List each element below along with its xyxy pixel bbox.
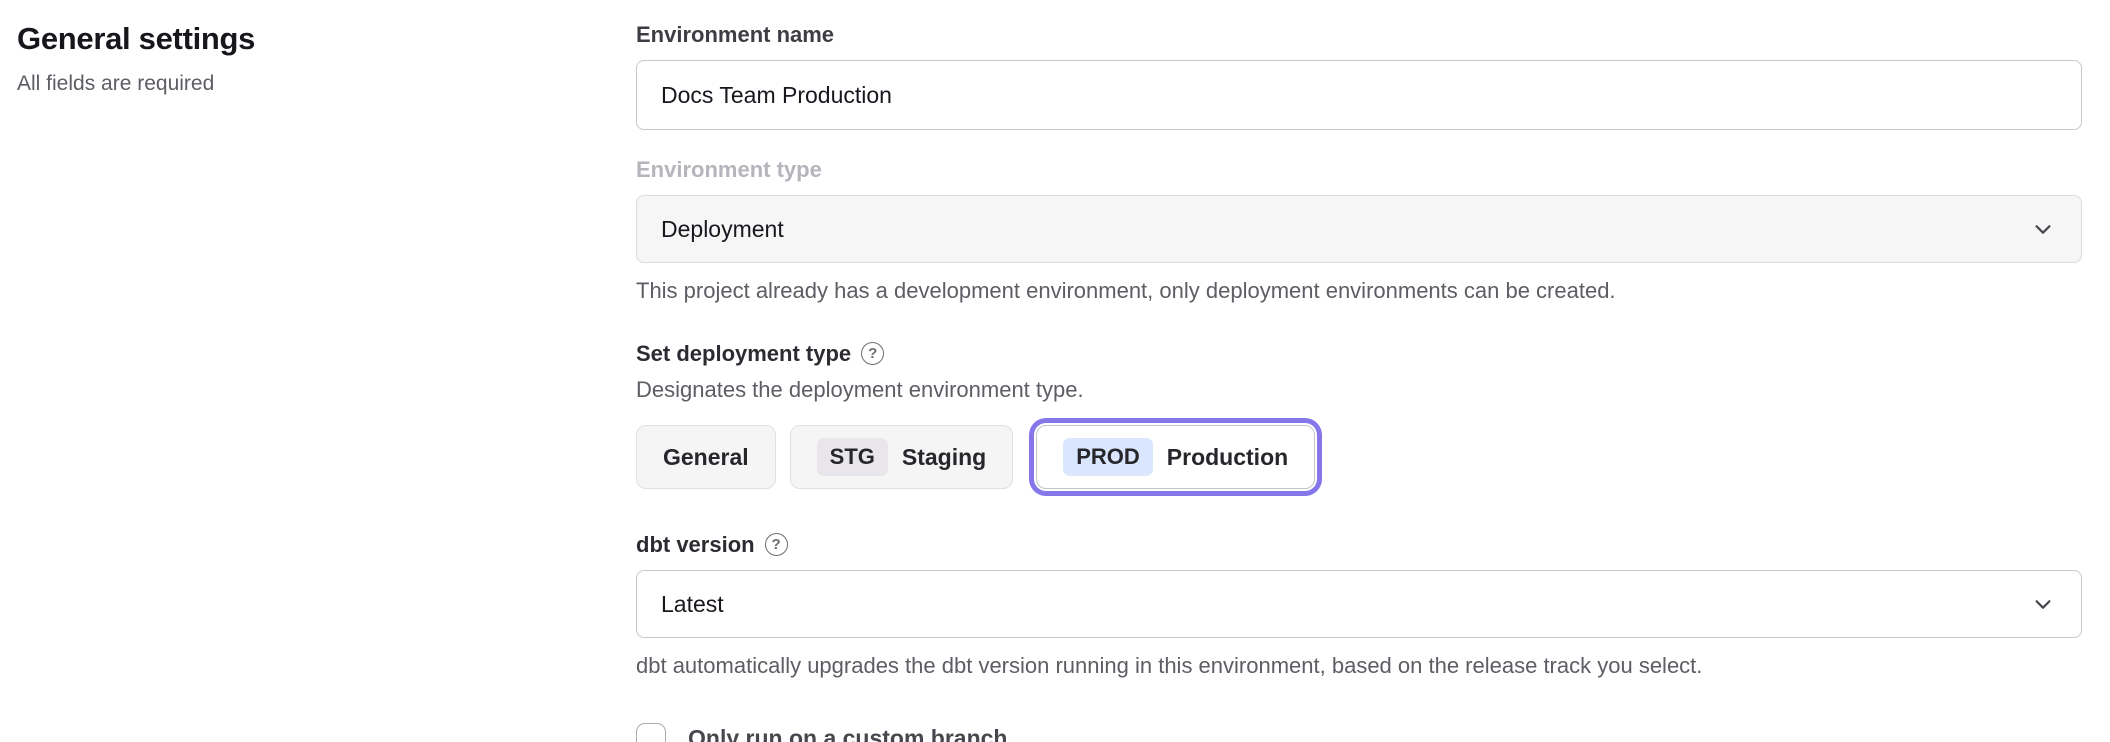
- deployment-type-options: General STG Staging PROD Production: [636, 425, 2082, 489]
- dbt-version-label: dbt version: [636, 531, 755, 558]
- deployment-type-label-row: Set deployment type ?: [636, 340, 2082, 367]
- environment-name-label: Environment name: [636, 22, 2082, 48]
- environment-type-value: Deployment: [661, 216, 784, 243]
- custom-branch-label[interactable]: Only run on a custom branch: [688, 725, 1007, 742]
- general-settings-page: General settings All fields are required…: [0, 0, 2110, 742]
- deployment-type-option-staging[interactable]: STG Staging: [790, 425, 1014, 489]
- environment-type-label: Environment type: [636, 157, 2082, 183]
- settings-form: Environment name Environment type Deploy…: [636, 22, 2082, 742]
- deployment-type-option-general[interactable]: General: [636, 425, 776, 489]
- option-label: Staging: [902, 444, 986, 471]
- help-icon[interactable]: ?: [861, 342, 884, 365]
- chevron-down-icon: [2031, 217, 2055, 241]
- page-title: General settings: [17, 20, 577, 58]
- settings-intro: General settings All fields are required: [17, 20, 577, 97]
- page-subtitle: All fields are required: [17, 71, 577, 97]
- custom-branch-row: Only run on a custom branch: [636, 723, 2082, 742]
- deployment-type-label: Set deployment type: [636, 340, 851, 367]
- deployment-type-option-production[interactable]: PROD Production: [1036, 425, 1315, 489]
- chevron-down-icon: [2031, 592, 2055, 616]
- dbt-version-value: Latest: [661, 591, 724, 618]
- custom-branch-checkbox[interactable]: [636, 723, 666, 742]
- environment-name-input[interactable]: [636, 60, 2082, 130]
- dbt-version-label-row: dbt version ?: [636, 531, 2082, 558]
- help-icon[interactable]: ?: [765, 533, 788, 556]
- prod-badge: PROD: [1063, 438, 1153, 476]
- dbt-version-helper: dbt automatically upgrades the dbt versi…: [636, 652, 2082, 679]
- dbt-version-select[interactable]: Latest: [636, 570, 2082, 638]
- option-label: General: [663, 444, 749, 471]
- deployment-type-helper: Designates the deployment environment ty…: [636, 377, 2082, 403]
- environment-type-helper: This project already has a development e…: [636, 277, 2082, 304]
- option-label: Production: [1167, 444, 1288, 471]
- environment-type-select: Deployment: [636, 195, 2082, 263]
- stg-badge: STG: [817, 438, 888, 476]
